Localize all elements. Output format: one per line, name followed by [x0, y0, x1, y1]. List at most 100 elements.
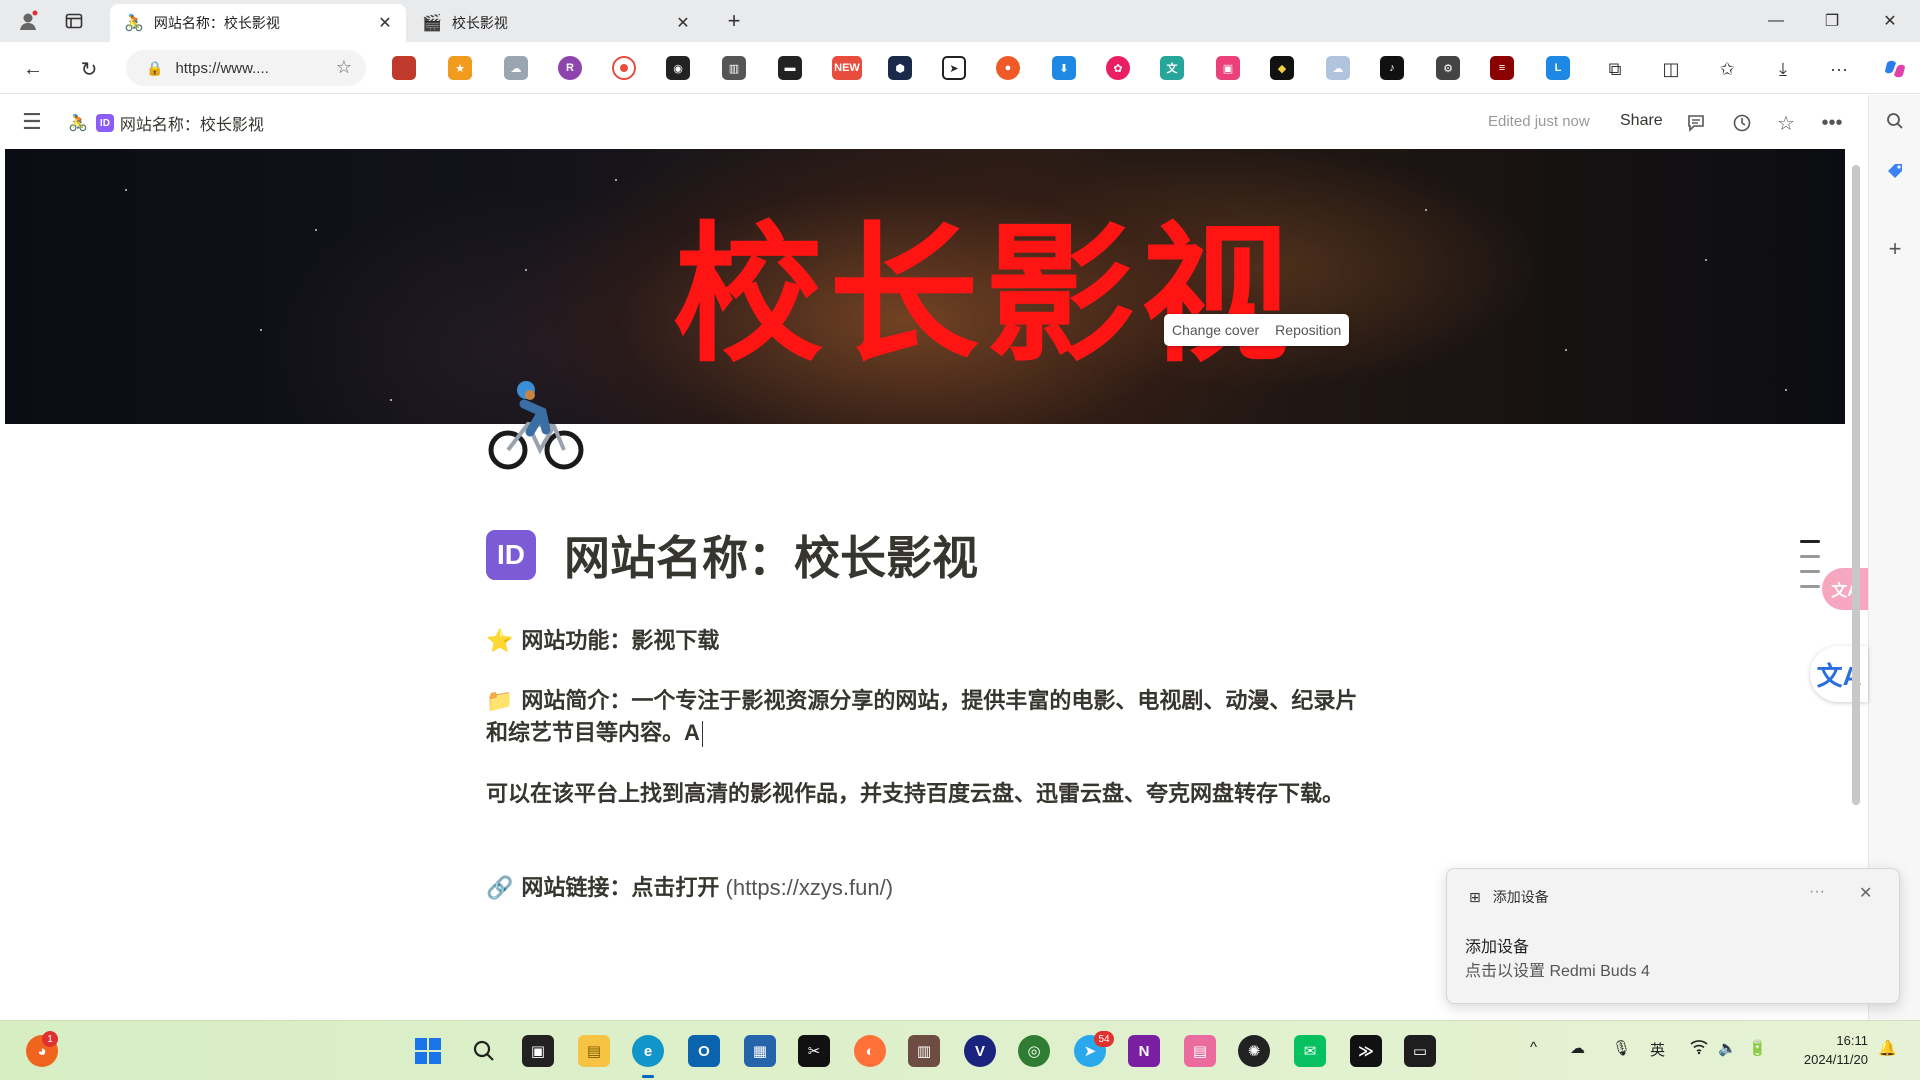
intro-paragraph[interactable]: 📁 网站简介：一个专注于影视资源分享的网站，提供丰富的电影、电视剧、动漫、纪录片和… [486, 685, 1366, 749]
favorite-star-icon[interactable]: ☆ [1772, 109, 1800, 137]
extension-bookmark-icon[interactable]: ★ [448, 56, 472, 80]
clock-time: 16:11 [1836, 1033, 1868, 1048]
extension-blue-icon[interactable]: ⬇ [1052, 56, 1076, 80]
extension-shield-icon[interactable]: ⬢ [888, 56, 912, 80]
cyclist-icon: 🚴 [68, 115, 88, 132]
lock-icon: 🔒 [146, 59, 164, 76]
extensions-puzzle-icon[interactable]: ⧉ [1600, 54, 1630, 84]
star-icon: ⭐ [486, 628, 514, 653]
refresh-icon[interactable]: ↻ [74, 54, 104, 84]
firefox-icon[interactable]: ◐ [854, 1035, 886, 1067]
shopping-tag-icon[interactable] [1881, 157, 1909, 185]
share-button[interactable]: Share [1620, 112, 1663, 130]
restore-icon[interactable]: ❐ [1812, 8, 1852, 34]
downloads-icon[interactable]: ⤓ [1768, 54, 1798, 84]
extension-pink-icon[interactable]: ✿ [1106, 56, 1130, 80]
address-bar[interactable]: 🔒 https://www.... ☆ [126, 50, 366, 86]
terminal-icon[interactable]: ≫ [1350, 1035, 1382, 1067]
device-notification[interactable]: ⊞ 添加设备 ··· ✕ 添加设备 点击以设置 Redmi Buds 4 [1446, 868, 1900, 1004]
feature-paragraph[interactable]: ⭐ 网站功能：影视下载 [486, 625, 719, 657]
start-icon[interactable] [412, 1035, 444, 1067]
extension-translate-icon[interactable]: 文 [1160, 56, 1184, 80]
back-icon[interactable]: ← [18, 54, 48, 84]
notification-more-icon[interactable]: ··· [1809, 883, 1825, 901]
extension-tiktok-icon[interactable]: ♪ [1380, 56, 1404, 80]
microphone-icon[interactable]: 🎙 [1612, 1039, 1631, 1057]
close-tab-icon[interactable]: ✕ [374, 12, 396, 34]
store-icon[interactable]: ▦ [744, 1035, 776, 1067]
extension-trash-icon[interactable]: ▥ [722, 56, 746, 80]
reposition-button[interactable]: Reposition [1267, 322, 1349, 338]
tab-xzys[interactable]: 🎬 校长影视 ✕ [408, 4, 704, 42]
pink-app-icon[interactable]: ▤ [1184, 1035, 1216, 1067]
tray-overflow-icon[interactable]: ^ [1530, 1039, 1537, 1056]
onenote-icon[interactable]: N [1128, 1035, 1160, 1067]
more-menu-icon[interactable]: ··· [1824, 54, 1854, 84]
extension-send-icon[interactable]: ➤ [942, 56, 966, 80]
comments-icon[interactable] [1682, 109, 1710, 137]
extension-cloud-icon[interactable]: ☁ [504, 56, 528, 80]
split-screen-icon[interactable]: ◫ [1656, 54, 1686, 84]
favorites-icon[interactable]: ✩ [1712, 54, 1742, 84]
page-more-icon[interactable]: ••• [1818, 109, 1846, 137]
translate-pink-icon[interactable]: 文A [1822, 568, 1868, 610]
capcut-icon[interactable]: ✂ [798, 1035, 830, 1067]
extension-red-icon[interactable] [392, 56, 416, 80]
minimize-icon[interactable]: — [1756, 8, 1796, 34]
new-tab-button[interactable]: + [720, 7, 748, 35]
extension-record-icon[interactable] [612, 56, 636, 80]
extension-cloud2-icon[interactable]: ☁ [1326, 56, 1350, 80]
extension-dark-icon[interactable]: ◆ [1270, 56, 1294, 80]
wechat-icon[interactable]: ✉ [1294, 1035, 1326, 1067]
extension-l-icon[interactable]: L [1546, 56, 1570, 80]
change-cover-button[interactable]: Change cover [1164, 322, 1267, 338]
green-app-icon[interactable]: ◎ [1018, 1035, 1050, 1067]
add-sidebar-app-icon[interactable]: + [1881, 235, 1909, 263]
outlook-icon[interactable]: O [688, 1035, 720, 1067]
profile-icon[interactable] [14, 7, 42, 35]
site-url-link[interactable]: (https://xzys.fun/) [726, 875, 894, 900]
cyclist-icon[interactable] [484, 374, 588, 474]
notification-bell-icon[interactable]: 🔔 [1878, 1039, 1897, 1057]
volume-icon[interactable]: 🔈 [1718, 1039, 1737, 1057]
extension-image-icon[interactable]: ▣ [1216, 56, 1240, 80]
wifi-icon[interactable] [1690, 1039, 1708, 1059]
extension-glasses-icon[interactable]: ◉ [666, 56, 690, 80]
more-paragraph[interactable]: 可以在该平台上找到高清的影视作品，并支持百度云盘、迅雷云盘、夸克网盘转存下载。 [486, 778, 1366, 810]
extension-new-icon[interactable]: NEW [832, 56, 862, 80]
history-clock-icon[interactable] [1728, 109, 1756, 137]
link-paragraph[interactable]: 🔗 网站链接：点击打开 (https://xzys.fun/) [486, 872, 893, 904]
workspaces-icon[interactable] [60, 7, 88, 35]
battery-icon[interactable]: 🔋 [1748, 1039, 1767, 1057]
close-tab-icon[interactable]: ✕ [672, 12, 694, 34]
notification-close-icon[interactable]: ✕ [1859, 883, 1872, 903]
extension-bars-icon[interactable]: ≡ [1490, 56, 1514, 80]
clock[interactable]: 16:11 2024/11/20 [1792, 1031, 1868, 1069]
extension-gear-icon[interactable]: ⚙ [1436, 56, 1460, 80]
ime-indicator[interactable]: 英 [1650, 1039, 1665, 1060]
search-icon[interactable] [1881, 107, 1909, 135]
chatgpt-icon[interactable]: ✺ [1238, 1035, 1270, 1067]
search-icon[interactable] [468, 1035, 500, 1067]
page-outline[interactable] [1800, 540, 1820, 600]
command-icon[interactable]: ▭ [1404, 1035, 1436, 1067]
library-icon[interactable]: ▥ [908, 1035, 940, 1067]
page-scrollbar[interactable] [1852, 165, 1860, 805]
task-view-icon[interactable]: ▣ [522, 1035, 554, 1067]
extension-orange-icon[interactable]: ● [996, 56, 1020, 80]
tab-notion-page[interactable]: 🚴 网站名称：校长影视 ✕ [110, 4, 406, 42]
close-window-icon[interactable]: ✕ [1870, 8, 1910, 34]
windows-taskbar: ◕ 1 ▣ ▤ e O ▦ ✂ ◐ ▥ V ◎ ➤ 54 N ▤ ✺ ✉ ≫ ▭… [0, 1020, 1920, 1080]
edge-icon[interactable]: e [632, 1035, 664, 1067]
breadcrumb[interactable]: 🚴 ID 网站名称：校长影视 [68, 111, 264, 135]
v-app-icon[interactable]: V [964, 1035, 996, 1067]
onedrive-icon[interactable]: ☁ [1570, 1039, 1585, 1057]
extension-purple-icon[interactable]: R [558, 56, 582, 80]
extension-card-icon[interactable]: ▬ [778, 56, 802, 80]
copilot-icon[interactable] [1880, 54, 1910, 84]
page-title[interactable]: ID 网站名称：校长影视 [486, 520, 1366, 590]
sidebar-menu-icon[interactable]: ☰ [22, 109, 42, 135]
favorite-star-icon[interactable]: ☆ [336, 57, 352, 78]
notification-app-name: 添加设备 [1492, 889, 1549, 905]
file-explorer-icon[interactable]: ▤ [578, 1035, 610, 1067]
